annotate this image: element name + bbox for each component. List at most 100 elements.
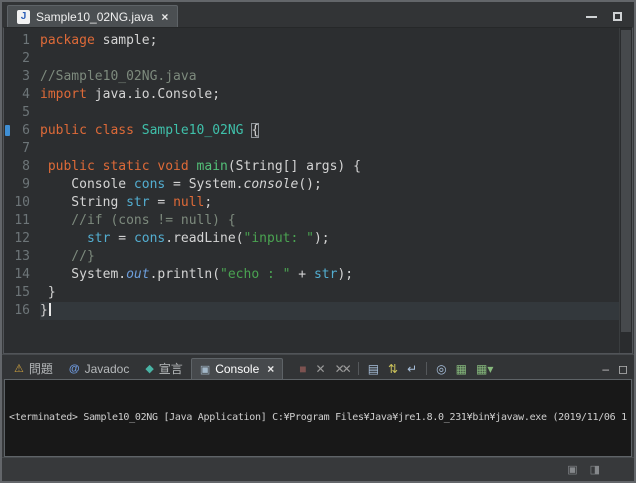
remove-all-launches-icon[interactable]: ✕✕ bbox=[335, 363, 349, 375]
console-output[interactable]: <terminated> Sample10_02NG [Java Applica… bbox=[4, 379, 632, 457]
code-line[interactable]: 5 bbox=[4, 104, 632, 122]
code-line[interactable]: 13 //} bbox=[4, 248, 632, 266]
code-token: "input: " bbox=[244, 231, 314, 246]
code-line-content: } bbox=[40, 302, 632, 320]
code-token: public static void bbox=[48, 159, 189, 174]
code-token: .println( bbox=[150, 267, 220, 282]
line-number[interactable]: 10 bbox=[4, 194, 30, 212]
window-controls bbox=[586, 12, 634, 27]
editor-scrollbar-thumb[interactable] bbox=[621, 30, 631, 332]
eclipse-window: J Sample10_02NG.java × 1 package sample; 2… bbox=[0, 0, 636, 483]
line-number[interactable]: 8 bbox=[4, 158, 30, 176]
tab-declaration[interactable]: ◆ 宣言 bbox=[137, 358, 190, 379]
line-number[interactable]: 12 bbox=[4, 230, 30, 248]
line-number[interactable]: 15 bbox=[4, 284, 30, 302]
code-token: //if (cons != null) { bbox=[40, 213, 236, 228]
code-line[interactable]: 1 package sample; bbox=[4, 32, 632, 50]
tab-declaration-label: 宣言 bbox=[159, 360, 183, 377]
code-line-content: //if (cons != null) { bbox=[40, 212, 632, 230]
code-token: sample; bbox=[95, 33, 158, 48]
code-line[interactable]: 9 Console cons = System.console(); bbox=[4, 176, 632, 194]
code-line[interactable]: 14 System.out.println("echo : " + str); bbox=[4, 266, 632, 284]
tab-javadoc-label: Javadoc bbox=[85, 362, 130, 376]
line-number[interactable]: 2 bbox=[4, 50, 30, 68]
code-line-content: str = cons.readLine("input: "); bbox=[40, 230, 632, 248]
code-line[interactable]: 7 bbox=[4, 140, 632, 158]
code-line-content: //} bbox=[40, 248, 632, 266]
line-number[interactable]: 13 bbox=[4, 248, 30, 266]
code-line[interactable]: 2 bbox=[4, 50, 632, 68]
code-line[interactable]: 15 } bbox=[4, 284, 632, 302]
minimize-window-icon[interactable] bbox=[586, 16, 597, 18]
line-number[interactable]: 7 bbox=[4, 140, 30, 158]
editor-tabbar: J Sample10_02NG.java × bbox=[2, 2, 634, 27]
code-token: console bbox=[244, 177, 299, 192]
line-number[interactable]: 5 bbox=[4, 104, 30, 122]
minimize-view-icon[interactable]: – bbox=[602, 363, 609, 375]
code-token: out bbox=[126, 267, 149, 282]
code-line[interactable]: 6public class Sample10_02NG { bbox=[4, 122, 632, 140]
console-view-tabbar: ⚠ 問題 @ Javadoc ◆ 宣言 ▣ Console × ■✕✕✕▤⇅↵◎… bbox=[2, 354, 634, 379]
status-notification-icon[interactable]: ◨ bbox=[590, 463, 600, 476]
code-token: { bbox=[251, 123, 259, 138]
code-line-content: String str = null; bbox=[40, 194, 632, 212]
code-editor[interactable]: 1 package sample; 23//Sample10_02NG.java4i… bbox=[3, 27, 633, 354]
line-number[interactable]: 16 bbox=[4, 302, 30, 320]
code-token: } bbox=[40, 303, 48, 318]
line-number[interactable]: 1 bbox=[4, 32, 30, 50]
code-token: + bbox=[290, 267, 313, 282]
line-number[interactable]: 9 bbox=[4, 176, 30, 194]
display-selected-console-icon[interactable]: ▦ bbox=[456, 363, 467, 375]
code-token: = bbox=[150, 195, 173, 210]
remove-launch-icon[interactable]: ✕ bbox=[316, 363, 326, 375]
line-number[interactable]: 4 bbox=[4, 86, 30, 104]
text-caret bbox=[49, 303, 51, 316]
code-token: .readLine( bbox=[165, 231, 243, 246]
code-line[interactable]: 10 String str = null; bbox=[4, 194, 632, 212]
tab-javadoc[interactable]: @ Javadoc bbox=[61, 358, 137, 379]
code-token: cons bbox=[134, 177, 165, 192]
code-lines[interactable]: 1 package sample; 23//Sample10_02NG.java4i… bbox=[4, 28, 632, 320]
status-bar: ▣◨ bbox=[2, 457, 634, 481]
code-line[interactable]: 8 public static void main(String[] args)… bbox=[4, 158, 632, 176]
code-line[interactable]: 4import java.io.Console; bbox=[4, 86, 632, 104]
tab-problems[interactable]: ⚠ 問題 bbox=[6, 358, 61, 379]
line-number[interactable]: 14 bbox=[4, 266, 30, 284]
maximize-view-icon[interactable]: ◻ bbox=[618, 363, 628, 375]
code-token: ); bbox=[337, 267, 353, 282]
code-line[interactable]: 12 str = cons.readLine("input: "); bbox=[4, 230, 632, 248]
close-tab-icon[interactable]: × bbox=[161, 10, 168, 24]
code-token: } bbox=[40, 285, 56, 300]
java-file-icon: J bbox=[17, 10, 30, 24]
code-token bbox=[40, 231, 87, 246]
terminate-icon[interactable]: ■ bbox=[299, 363, 306, 375]
tab-console[interactable]: ▣ Console × bbox=[191, 358, 283, 379]
scroll-lock-icon[interactable]: ⇅ bbox=[388, 363, 398, 375]
word-wrap-icon[interactable]: ↵ bbox=[407, 363, 417, 375]
code-line-content: } bbox=[40, 284, 632, 302]
declaration-icon: ◆ bbox=[145, 362, 153, 375]
code-line-content: package sample; bbox=[40, 32, 632, 50]
code-token: //} bbox=[40, 249, 95, 264]
line-number[interactable]: 11 bbox=[4, 212, 30, 230]
console-toolbar: ■✕✕✕▤⇅↵◎▦▦▾–◻ bbox=[299, 362, 628, 379]
code-line[interactable]: 3//Sample10_02NG.java bbox=[4, 68, 632, 86]
status-console-icon[interactable]: ▣ bbox=[567, 463, 577, 476]
code-line-content: public class Sample10_02NG { bbox=[40, 122, 632, 140]
editor-scrollbar[interactable] bbox=[619, 28, 632, 353]
pin-console-icon[interactable]: ◎ bbox=[436, 363, 446, 375]
clear-console-icon[interactable]: ▤ bbox=[368, 363, 379, 375]
editor-tab[interactable]: J Sample10_02NG.java × bbox=[7, 5, 178, 27]
close-console-tab-icon[interactable]: × bbox=[267, 362, 274, 376]
restore-window-icon[interactable] bbox=[613, 12, 622, 21]
line-number[interactable]: 3 bbox=[4, 68, 30, 86]
code-token: (); bbox=[298, 177, 321, 192]
gutter-marker-icon bbox=[5, 125, 10, 136]
code-token: str bbox=[126, 195, 149, 210]
editor-tab-title: Sample10_02NG.java bbox=[36, 10, 153, 24]
code-line-content bbox=[40, 50, 632, 68]
code-line[interactable]: 16} bbox=[4, 302, 632, 320]
tab-problems-label: 問題 bbox=[29, 360, 53, 377]
code-line[interactable]: 11 //if (cons != null) { bbox=[4, 212, 632, 230]
open-console-dropdown-icon[interactable]: ▦▾ bbox=[476, 363, 493, 375]
